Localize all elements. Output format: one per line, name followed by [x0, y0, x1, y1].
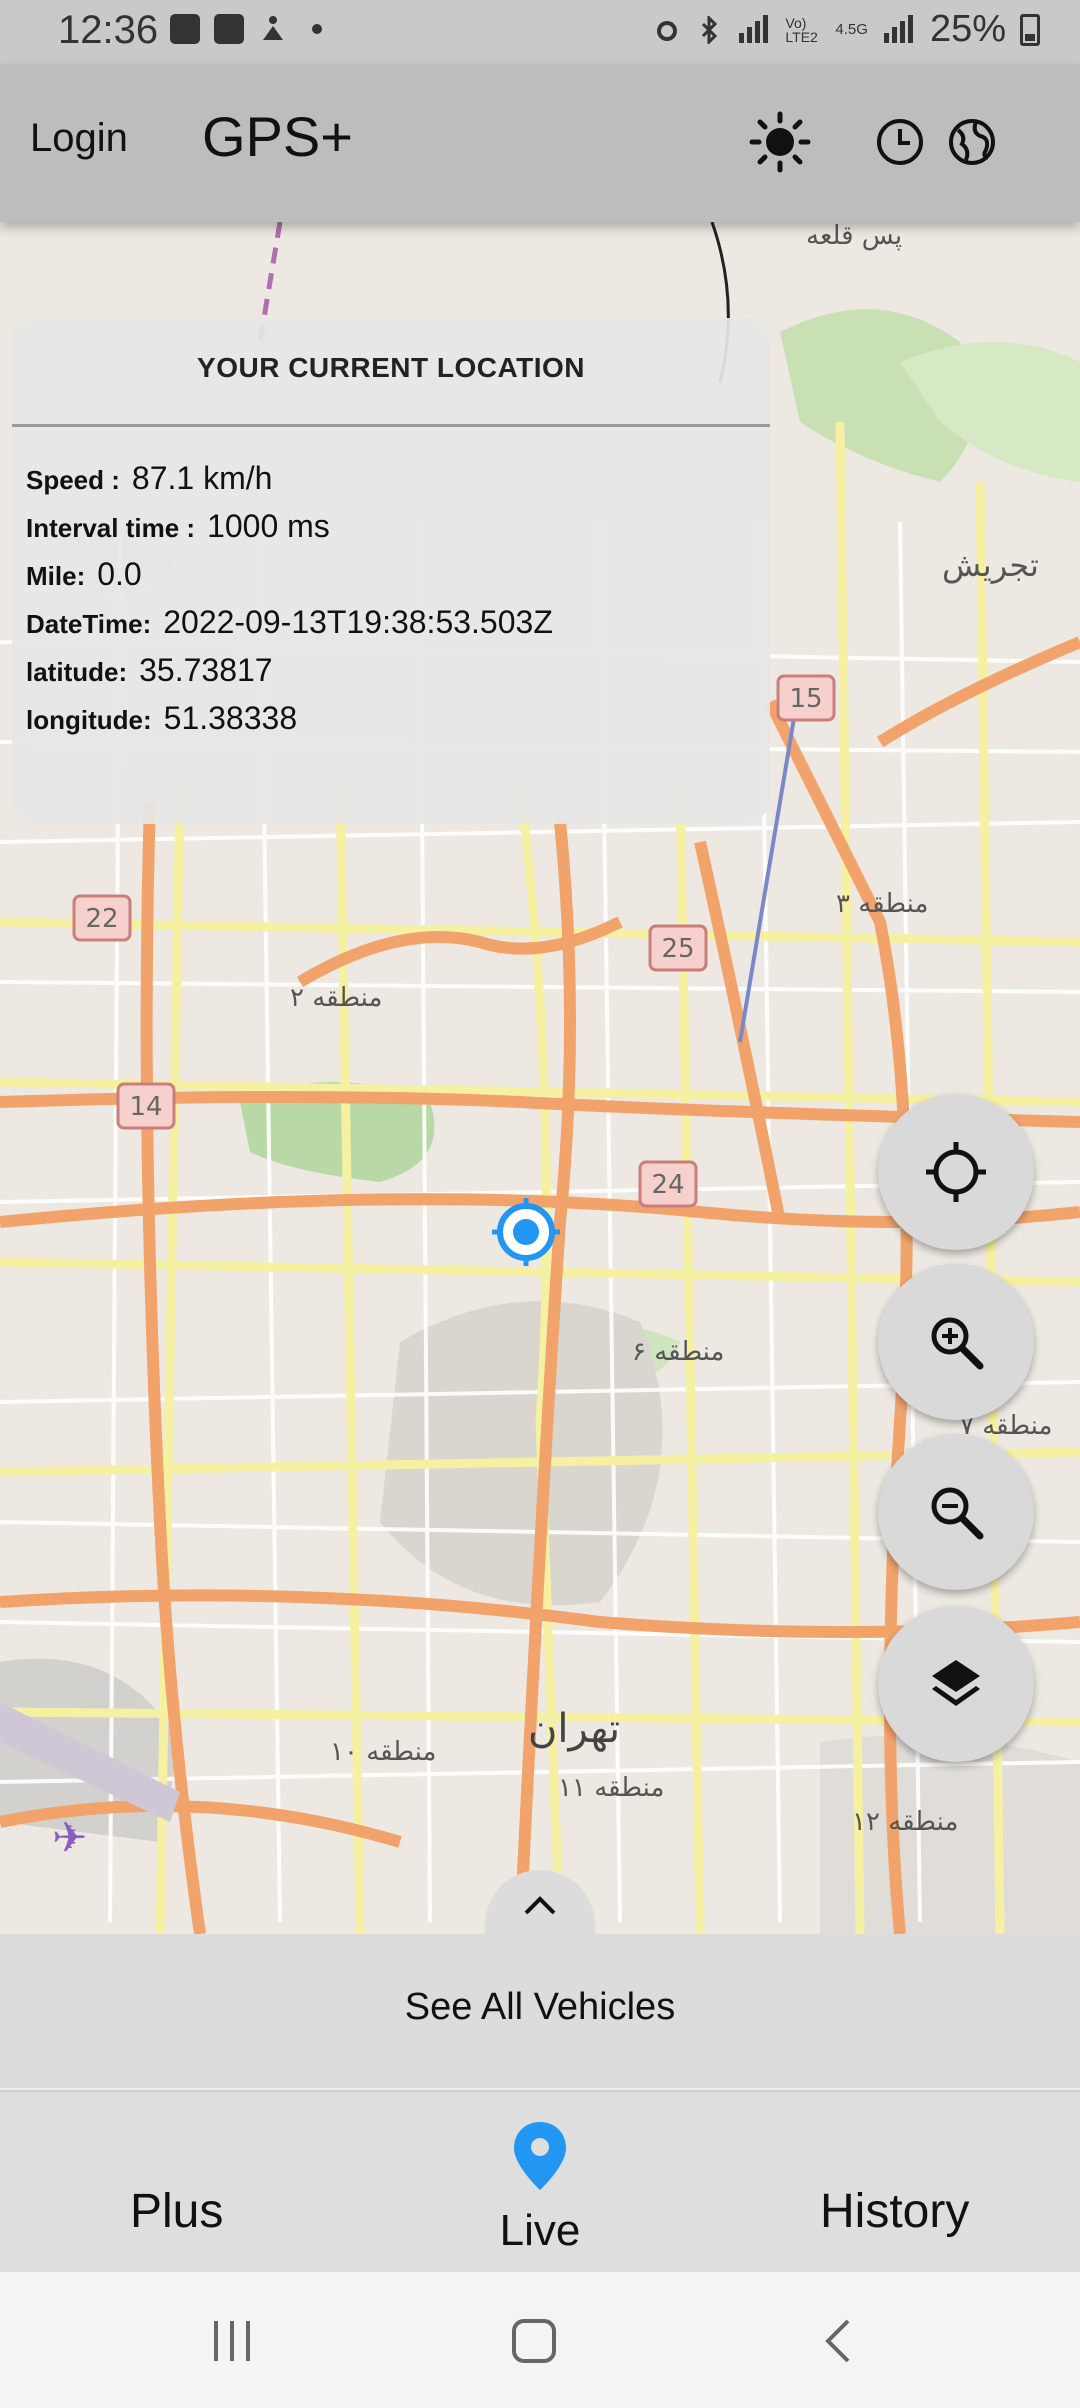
zoom-out-icon — [931, 1487, 984, 1540]
battery-percent: 25% — [929, 8, 1006, 50]
bottom-navigation: Plus Live History — [0, 2090, 1080, 2274]
zoom-in-button[interactable] — [878, 1264, 1034, 1420]
interval-row: Interval time : 1000 ms — [26, 508, 553, 556]
map-label-tajrish: تجریش — [942, 546, 1039, 584]
nav-history[interactable]: History — [820, 2184, 969, 2239]
interval-label: Interval time : — [26, 513, 196, 543]
status-time: 12:36 — [58, 8, 159, 52]
latitude-row: latitude: 35.73817 — [26, 652, 553, 700]
status-bar: 12:36 Vo) LTE2 4.5G 25% — [0, 0, 1080, 64]
brightness-icon[interactable] — [748, 110, 812, 174]
airport-icon: ✈ — [52, 1813, 87, 1862]
system-navigation-bar — [0, 2272, 1080, 2408]
back-button[interactable] — [808, 2316, 868, 2366]
volte-icon: Vo) LTE2 — [785, 14, 818, 45]
map-label-region6: منطقه ۶ — [632, 1337, 724, 1367]
4g-icon: 4.5G — [835, 21, 868, 38]
map-label-tehran: تهران — [528, 1706, 620, 1752]
map-label-region2: منطقه ۲ — [290, 983, 382, 1013]
globe-icon[interactable] — [940, 110, 1004, 174]
mile-row: Mile: 0.0 — [26, 556, 553, 604]
zoom-in-icon — [931, 1317, 984, 1370]
my-location-button[interactable] — [878, 1094, 1034, 1250]
interval-value: 1000 ms — [207, 508, 330, 544]
datetime-value: 2022-09-13T19:38:53.503Z — [163, 604, 553, 640]
current-location-card: YOUR CURRENT LOCATION Speed : 87.1 km/h … — [12, 318, 770, 824]
see-all-vehicles-label[interactable]: See All Vehicles — [0, 1986, 1080, 2029]
map-label-region12: منطقه ۱۲ — [852, 1807, 958, 1837]
datetime-label: DateTime: — [26, 609, 152, 639]
alarm-icon — [657, 20, 678, 41]
road-shield-22-label: 22 — [85, 904, 118, 934]
layers-button[interactable] — [878, 1606, 1034, 1762]
vehicles-sheet[interactable]: See All Vehicles — [0, 1934, 1080, 2088]
map-label-region11: منطقه ۱۱ — [558, 1773, 664, 1803]
road-shield-25-label: 25 — [661, 934, 694, 964]
home-button[interactable] — [504, 2316, 564, 2366]
zoom-out-button[interactable] — [878, 1434, 1034, 1590]
latitude-value: 35.73817 — [139, 652, 273, 688]
accessibility-icon — [263, 16, 283, 40]
app-title: GPS+ — [202, 105, 353, 168]
speed-row: Speed : 87.1 km/h — [26, 460, 553, 508]
signal-icon — [739, 14, 769, 43]
longitude-value: 51.38338 — [163, 700, 298, 736]
longitude-row: longitude: 51.38338 — [26, 700, 553, 748]
signal-bars-icon — [883, 14, 913, 43]
chevron-up-icon — [524, 1896, 556, 1915]
latitude-label: latitude: — [26, 657, 128, 687]
card-divider — [12, 424, 770, 427]
back-icon — [825, 2319, 850, 2363]
my-location-icon — [926, 1142, 986, 1202]
map-label-pas-ghaleh: پس قلعه — [806, 222, 902, 251]
recent-apps-button[interactable] — [202, 2316, 262, 2366]
current-location-title: YOUR CURRENT LOCATION — [197, 352, 585, 383]
dot-icon — [312, 24, 322, 34]
login-button[interactable]: Login — [30, 116, 128, 161]
longitude-label: longitude: — [26, 705, 152, 735]
app-icon — [214, 14, 244, 44]
road-shield-14-label: 14 — [129, 1092, 162, 1122]
speed-label: Speed : — [26, 465, 120, 495]
layers-icon — [932, 1660, 980, 1706]
bluetooth-icon — [702, 15, 718, 44]
mile-value: 0.0 — [97, 556, 142, 592]
clock-icon[interactable] — [868, 110, 932, 174]
road-shield-15-label: 15 — [789, 684, 822, 714]
map-label-region3: منطقه ۳ — [836, 889, 928, 919]
datetime-row: DateTime: 2022-09-13T19:38:53.503Z — [26, 604, 553, 652]
location-pin-icon[interactable] — [512, 2120, 568, 2192]
home-icon — [512, 2319, 556, 2363]
image-icon — [170, 14, 200, 44]
road-shield-24-label: 24 — [651, 1170, 684, 1200]
mile-label: Mile: — [26, 561, 86, 591]
speed-value: 87.1 km/h — [131, 460, 273, 496]
app-bar: Login GPS+ — [0, 64, 1080, 222]
recent-apps-icon — [214, 2321, 250, 2361]
map-label-region10: منطقه ۱۰ — [330, 1737, 436, 1767]
battery-icon — [1020, 13, 1040, 46]
